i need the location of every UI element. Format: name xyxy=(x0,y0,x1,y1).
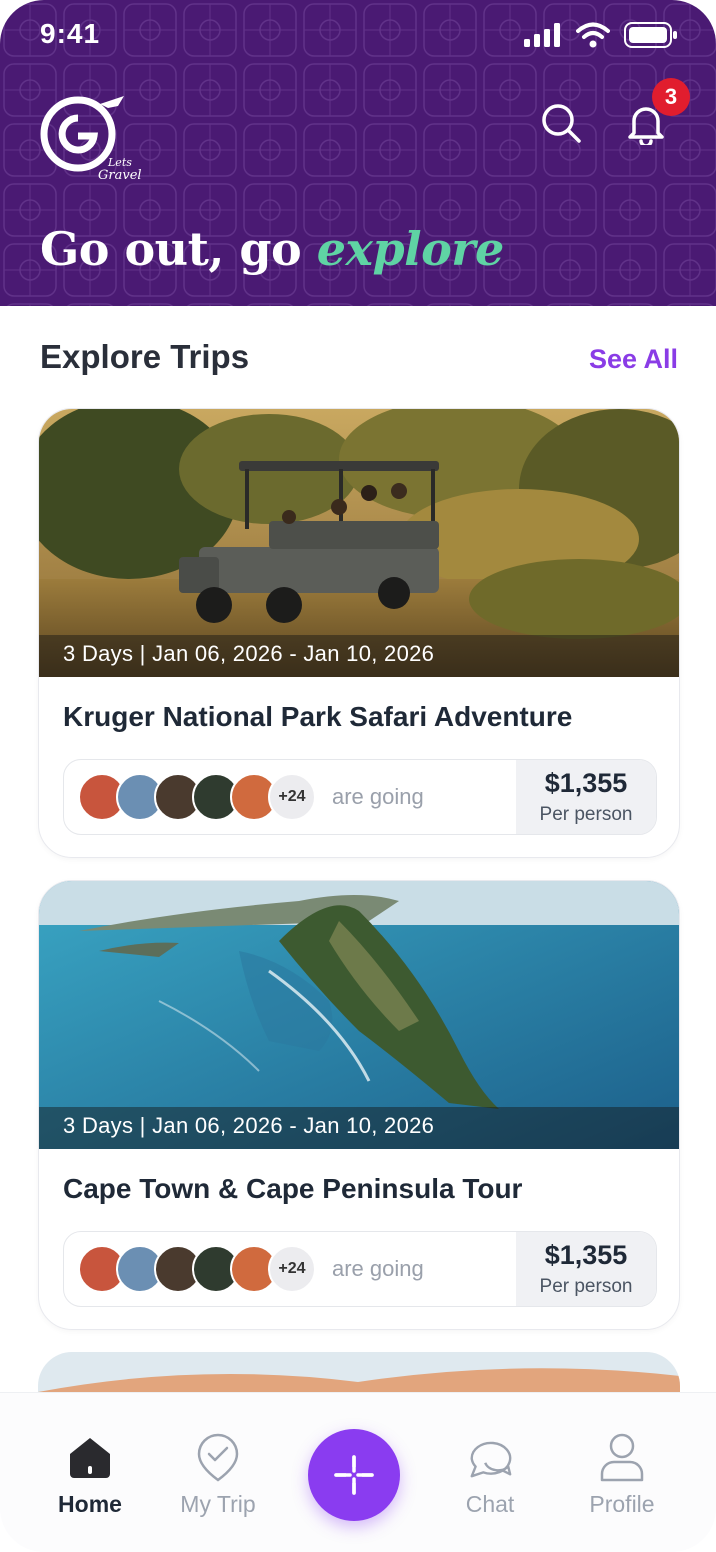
nav-home[interactable]: Home xyxy=(35,1431,145,1521)
nav-profile-label: Profile xyxy=(589,1491,655,1517)
tagline-accent: explore xyxy=(316,222,505,276)
profile-icon xyxy=(598,1431,646,1483)
nav-my-trip-label: My Trip xyxy=(180,1491,256,1517)
attendees-box: +24 are going $1,355 Per person xyxy=(63,759,657,835)
nav-home-label: Home xyxy=(58,1491,122,1517)
tagline-main: Go out, go xyxy=(40,222,317,276)
see-all-link[interactable]: See All xyxy=(589,344,678,375)
app-logo[interactable]: Lets Gravel xyxy=(38,92,142,184)
status-bar: 9:41 xyxy=(0,0,716,72)
more-attendees-count: +24 xyxy=(268,773,316,821)
signal-icon xyxy=(524,23,560,47)
bottom-nav: Home My Trip Chat Profile xyxy=(0,1392,716,1552)
check-shield-icon xyxy=(194,1431,242,1483)
header: 9:41 Lets Gravel 3 Go out, go explore xyxy=(0,0,716,306)
nav-chat-label: Chat xyxy=(465,1491,515,1517)
nav-my-trip[interactable]: My Trip xyxy=(163,1431,273,1521)
trip-dates: 3 Days | Jan 06, 2026 - Jan 10, 2026 xyxy=(63,641,435,666)
going-label: are going xyxy=(332,784,424,809)
trip-price: $1,355 xyxy=(544,768,628,798)
search-button[interactable] xyxy=(536,98,586,148)
price-unit: Per person xyxy=(539,1276,633,1297)
section-title: Explore Trips xyxy=(40,338,250,375)
battery-icon xyxy=(624,22,677,48)
price-box: $1,355 Per person xyxy=(516,760,656,834)
search-icon xyxy=(542,104,581,143)
nav-chat[interactable]: Chat xyxy=(435,1431,545,1521)
nav-profile[interactable]: Profile xyxy=(567,1431,677,1521)
logo-icon: Lets Gravel xyxy=(40,96,142,183)
phone-screen: 9:41 Lets Gravel 3 Go out, go explore Ex… xyxy=(0,0,716,1552)
trip-title: Cape Town & Cape Peninsula Tour xyxy=(63,1173,523,1204)
price-box: $1,355 Per person xyxy=(516,1232,656,1306)
more-attendees-count: +24 xyxy=(268,1245,316,1293)
wifi-icon xyxy=(576,22,610,48)
going-label: are going xyxy=(332,1256,424,1281)
trip-dates: 3 Days | Jan 06, 2026 - Jan 10, 2026 xyxy=(63,1113,435,1138)
plus-icon xyxy=(334,1455,374,1495)
price-unit: Per person xyxy=(539,804,633,825)
svg-text:Gravel: Gravel xyxy=(98,168,142,183)
tagline: Go out, go explore xyxy=(40,222,504,276)
avatar-group: +24 xyxy=(78,1245,316,1293)
add-trip-button[interactable] xyxy=(308,1429,400,1521)
avatar-group: +24 xyxy=(78,773,316,821)
attendees-box: +24 are going $1,355 Per person xyxy=(63,1231,657,1307)
trip-title: Kruger National Park Safari Adventure xyxy=(63,701,573,732)
trip-card[interactable]: 3 Days | Jan 06, 2026 - Jan 10, 2026 Cap… xyxy=(38,880,680,1330)
status-icons xyxy=(524,22,678,48)
notification-badge: 3 xyxy=(652,78,690,116)
chat-icon xyxy=(466,1431,514,1483)
trip-card[interactable]: 3 Days | Jan 06, 2026 - Jan 10, 2026 Kru… xyxy=(38,408,680,858)
trip-price: $1,355 xyxy=(544,1240,628,1270)
home-icon xyxy=(66,1431,114,1483)
status-time: 9:41 xyxy=(40,18,101,49)
